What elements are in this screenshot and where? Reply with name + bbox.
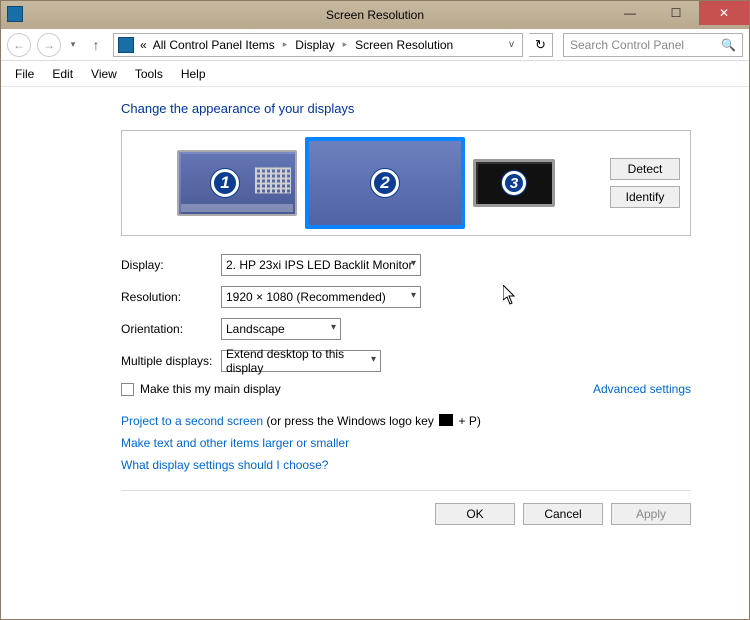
monitor-1-grid-icon [255,167,291,193]
maximize-button[interactable]: ☐ [653,1,699,25]
main-display-label: Make this my main display [140,382,281,396]
search-icon: 🔍 [721,38,736,52]
advanced-settings-link[interactable]: Advanced settings [593,382,691,396]
address-dropdown-icon[interactable]: v [505,39,518,50]
ok-button[interactable]: OK [435,503,515,525]
detect-button[interactable]: Detect [610,158,680,180]
content: Change the appearance of your displays 1… [1,87,749,537]
cancel-button[interactable]: Cancel [523,503,603,525]
window: Screen Resolution — ☐ ✕ ← → ▾ ↑ « All Co… [0,0,750,620]
monitor-1-taskbar-icon [181,204,293,212]
up-button[interactable]: ↑ [85,34,107,56]
titlebar: Screen Resolution — ☐ ✕ [1,1,749,29]
breadcrumb-item-1[interactable]: All Control Panel Items [153,38,275,52]
breadcrumb-item-2[interactable]: Display [295,38,334,52]
side-buttons: Detect Identify [610,158,680,208]
display-arrangement-box: 1 2 3 Detect Identify [121,130,691,236]
resolution-select[interactable]: 1920 × 1080 (Recommended) [221,286,421,308]
menu-view[interactable]: View [91,67,117,81]
project-plus: + P) [455,414,481,428]
monitor-3-number: 3 [502,171,526,195]
display-select[interactable]: 2. HP 23xi IPS LED Backlit Monitor [221,254,421,276]
apply-button[interactable]: Apply [611,503,691,525]
monitor-1-number: 1 [211,169,239,197]
display-label: Display: [121,258,221,272]
monitor-2-number: 2 [371,169,399,197]
monitors-area[interactable]: 1 2 3 [132,137,600,229]
back-button[interactable]: ← [7,33,31,57]
footer-buttons: OK Cancel Apply [121,490,691,537]
project-suffix: (or press the Windows logo key [263,414,437,428]
windows-key-icon [439,414,453,426]
project-link[interactable]: Project to a second screen [121,414,263,428]
window-controls: — ☐ ✕ [607,1,749,25]
nav-bar: ← → ▾ ↑ « All Control Panel Items ▸ Disp… [1,29,749,61]
forward-button[interactable]: → [37,33,61,57]
resolution-label: Resolution: [121,290,221,304]
main-display-checkbox[interactable] [121,383,134,396]
monitor-2[interactable]: 2 [305,137,465,229]
location-icon [118,37,134,53]
breadcrumb-item-3[interactable]: Screen Resolution [355,38,453,52]
multiple-displays-select[interactable]: Extend desktop to this display [221,350,381,372]
search-placeholder: Search Control Panel [570,38,684,52]
breadcrumb-sep-icon: ▸ [281,39,290,50]
monitor-1[interactable]: 1 [177,150,297,216]
multiple-displays-label: Multiple displays: [121,354,221,368]
menu-tools[interactable]: Tools [135,67,163,81]
breadcrumb-sep-icon: ▸ [341,39,350,50]
links-section: Project to a second screen (or press the… [121,410,691,476]
which-settings-link[interactable]: What display settings should I choose? [121,458,328,472]
identify-button[interactable]: Identify [610,186,680,208]
menu-file[interactable]: File [15,67,34,81]
app-icon [7,6,23,22]
breadcrumb-prefix: « [140,38,147,52]
close-button[interactable]: ✕ [699,1,749,25]
menu-edit[interactable]: Edit [52,67,73,81]
window-title: Screen Resolution [326,8,424,22]
minimize-button[interactable]: — [607,1,653,25]
page-heading: Change the appearance of your displays [121,101,691,116]
menu-bar: File Edit View Tools Help [1,61,749,87]
history-dropdown[interactable]: ▾ [67,33,79,57]
address-bar[interactable]: « All Control Panel Items ▸ Display ▸ Sc… [113,33,523,57]
orientation-label: Orientation: [121,322,221,336]
orientation-select[interactable]: Landscape [221,318,341,340]
text-size-link[interactable]: Make text and other items larger or smal… [121,436,349,450]
menu-help[interactable]: Help [181,67,206,81]
refresh-button[interactable]: ↻ [529,33,553,57]
monitor-3[interactable]: 3 [473,159,555,207]
search-input[interactable]: Search Control Panel 🔍 [563,33,743,57]
